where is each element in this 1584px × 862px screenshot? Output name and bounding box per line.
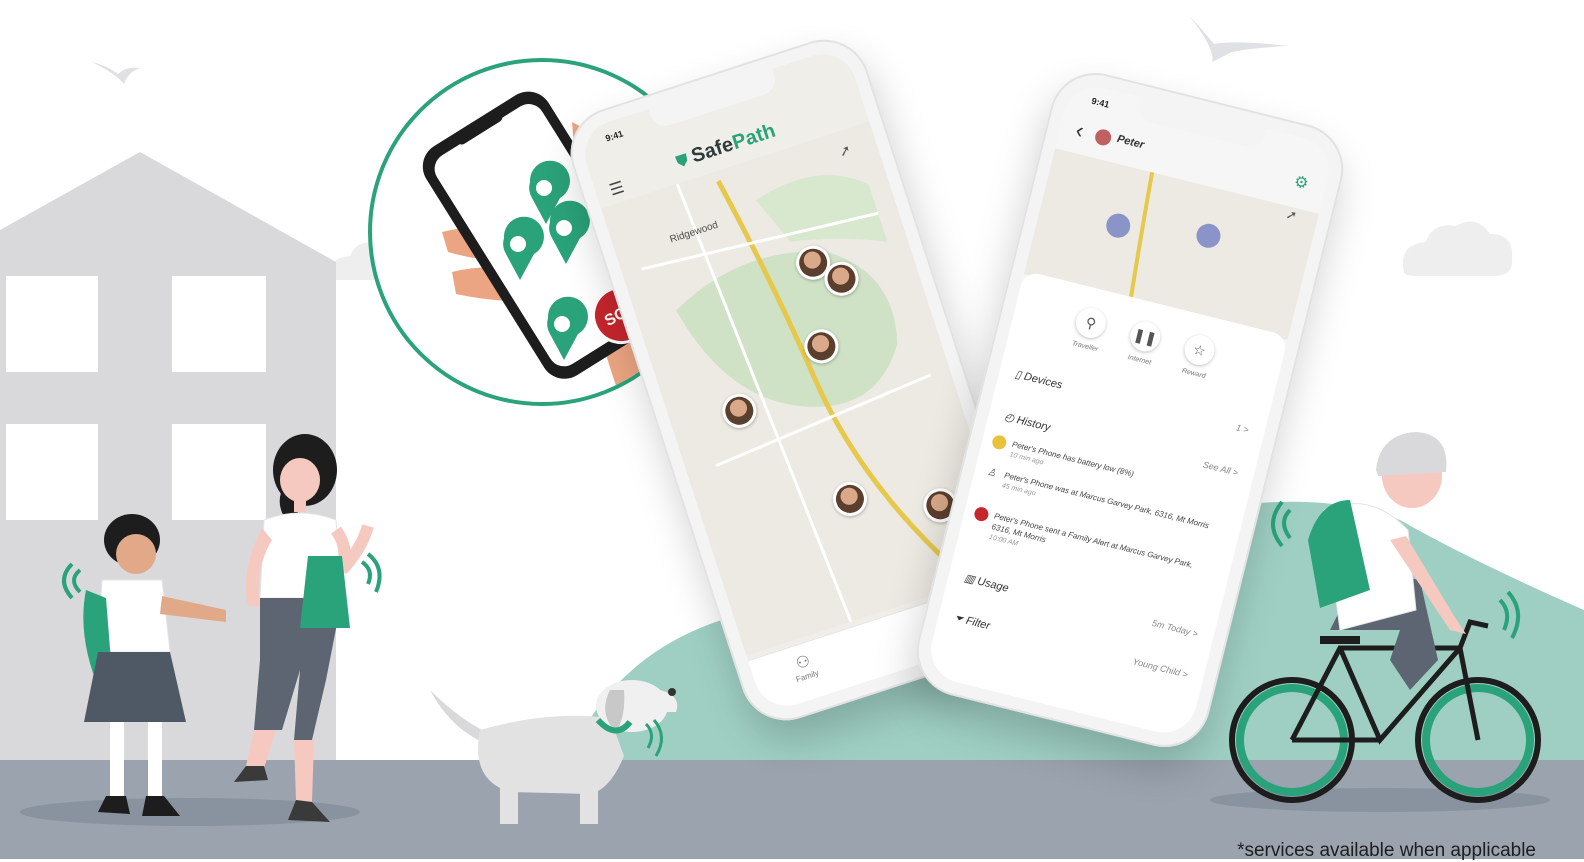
family-walking-illustration: [62, 434, 382, 822]
star-icon[interactable]: ☆: [1181, 331, 1218, 369]
action-label: Reward: [1181, 367, 1207, 381]
history-label: History: [1015, 414, 1052, 435]
see-all-link[interactable]: See All >: [1202, 459, 1239, 477]
action-label: Internet: [1126, 354, 1152, 367]
building-window: [172, 276, 266, 372]
usage-value: 5m Today >: [1151, 617, 1200, 639]
building-window: [6, 276, 98, 372]
bird-icon: [1188, 14, 1288, 62]
history-icon: ◴: [1003, 411, 1016, 426]
bird-icon: [92, 62, 140, 84]
pause-icon[interactable]: ❚❚: [1127, 318, 1164, 355]
usage-icon: ▥: [963, 572, 977, 587]
cyclist-illustration: [1229, 432, 1541, 803]
walking-icon: ♙: [983, 464, 1001, 482]
filter-icon: ⏷: [953, 611, 965, 626]
tab-family[interactable]: ⚇ Family: [789, 649, 820, 685]
filter-value: Young Child >: [1131, 656, 1189, 680]
devices-icon: ▯: [1013, 368, 1023, 382]
battery-icon: [990, 433, 1008, 451]
marketing-scene: SOS 9:41 ☰ ⛊ SafePath ➚ Ridgewood: [0, 0, 1584, 861]
pin-icon[interactable]: ⚲: [1072, 304, 1110, 342]
action-label: Traveller: [1071, 340, 1099, 354]
sos-alert-icon: [972, 505, 990, 523]
devices-value: 1 >: [1235, 422, 1250, 436]
dog-illustration: [430, 680, 678, 824]
cloud-icon: [1402, 221, 1513, 276]
filter-label: Filter: [964, 614, 992, 633]
devices-label: Devices: [1022, 370, 1064, 392]
usage-label: Usage: [976, 575, 1010, 595]
